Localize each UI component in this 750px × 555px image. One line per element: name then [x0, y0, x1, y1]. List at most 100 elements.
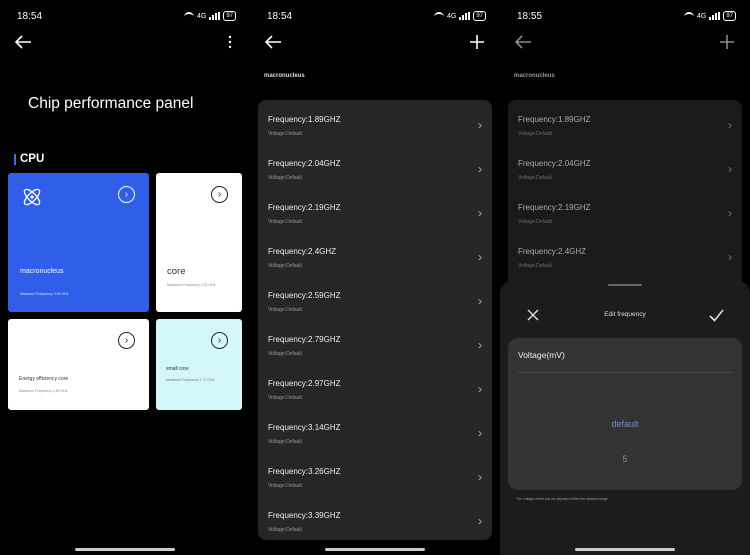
sheet-drag-handle[interactable] [608, 284, 642, 286]
confirm-check-icon[interactable] [708, 307, 725, 324]
voltage-label: Voltage:Default [268, 263, 302, 269]
frequency-label: Frequency:1.89GHZ [518, 115, 591, 124]
picker-selected-value[interactable]: default [508, 419, 742, 429]
card-energy-efficiency-core[interactable]: › Energy efficiency core Maximum Frequen… [8, 319, 149, 410]
frequency-row[interactable]: Frequency:2.04GHZ Voltage:Default › [508, 148, 742, 192]
chevron-right-icon: › [728, 162, 732, 176]
chevron-right-icon: › [478, 206, 482, 220]
chevron-right-icon: › [478, 338, 482, 352]
status-icons: 4G 97 [183, 11, 236, 21]
card-arrow-icon[interactable]: › [118, 332, 135, 349]
voltage-label: Voltage:Default [268, 307, 302, 313]
frequency-label: Frequency:2.19GHZ [268, 203, 341, 212]
frequency-row[interactable]: Frequency:2.19GHZ Voltage:Default › [508, 192, 742, 236]
card-title: macronucleus [20, 268, 64, 275]
frequency-row[interactable]: Frequency:3.14GHZ Voltage:Default › [258, 412, 492, 456]
card-title: core [167, 266, 186, 277]
signal-icon [709, 12, 721, 20]
home-indicator [575, 548, 675, 551]
chevron-right-icon: › [478, 118, 482, 132]
atom-icon [21, 186, 43, 213]
signal-icon [459, 12, 471, 20]
voltage-picker[interactable]: Voltage(mV) default 5 [508, 338, 742, 490]
frequency-label: Frequency:1.89GHZ [268, 115, 341, 124]
top-bar [264, 30, 488, 56]
picker-option[interactable]: 5 [508, 454, 742, 464]
chevron-right-icon: › [478, 470, 482, 484]
frequency-row[interactable]: Frequency:1.89GHZ Voltage:Default › [508, 104, 742, 148]
add-icon[interactable] [468, 33, 488, 53]
card-subtitle: Maximum Frequency 3.39 GHz [20, 292, 69, 296]
page-title: Chip performance panel [28, 95, 194, 112]
back-arrow-icon[interactable] [514, 34, 534, 52]
voltage-label: Voltage:Default [268, 439, 302, 445]
voltage-label: Voltage:Default [518, 175, 552, 181]
back-arrow-icon[interactable] [14, 34, 34, 52]
voltage-label: Voltage:Default [268, 175, 302, 181]
top-bar [14, 30, 238, 56]
frequency-row[interactable]: Frequency:2.19GHZ Voltage:Default › [258, 192, 492, 236]
add-icon[interactable] [718, 33, 738, 53]
frequency-label: Frequency:2.79GHZ [268, 335, 341, 344]
frequency-row[interactable]: Frequency:2.4GHZ Voltage:Default › [508, 236, 742, 280]
card-macronucleus[interactable]: › macronucleus Maximum Frequency 3.39 GH… [8, 173, 149, 312]
status-bar: 18:55 4G 97 [517, 9, 736, 23]
edit-frequency-sheet: Edit frequency Voltage(mV) default 5 The… [500, 280, 750, 555]
voltage-label: Voltage:Default [518, 219, 552, 225]
wifi-icon [683, 11, 694, 21]
top-bar [514, 30, 738, 56]
home-indicator [75, 548, 175, 551]
voltage-field-label: Voltage(mV) [518, 350, 565, 360]
divider [518, 372, 732, 373]
card-subtitle: Maximum Frequency 1.89 GHz [19, 389, 68, 393]
more-vertical-icon[interactable] [224, 34, 236, 52]
chevron-right-icon: › [478, 514, 482, 528]
chevron-right-icon: › [478, 294, 482, 308]
section-heading: macronucleus [514, 73, 555, 79]
card-subtitle: Maximum Frequency 3.20 GHz [167, 283, 216, 287]
frequency-label: Frequency:3.14GHZ [268, 423, 341, 432]
frequency-label: Frequency:2.04GHZ [518, 159, 591, 168]
battery-icon: 97 [473, 11, 486, 21]
sheet-note: The voltage offset can be adjusted withi… [516, 497, 608, 501]
chevron-right-icon: › [728, 118, 732, 132]
card-small-core[interactable]: › small core Maximum Frequency 1.77 GHz [156, 319, 242, 410]
status-time: 18:54 [17, 10, 43, 22]
chevron-right-icon: › [478, 382, 482, 396]
frequency-list: Frequency:1.89GHZ Voltage:Default › Freque… [258, 100, 492, 540]
card-arrow-icon[interactable]: › [211, 332, 228, 349]
frequency-label: Frequency:2.4GHZ [268, 247, 337, 256]
frequency-label: Frequency:2.97GHZ [268, 379, 341, 388]
screenshot-collage: 18:54 4G 97 Chip performance panel CPU ›… [0, 0, 750, 555]
chevron-right-icon: › [728, 206, 732, 220]
frequency-row[interactable]: Frequency:2.59GHZ Voltage:Default › [258, 280, 492, 324]
frequency-label: Frequency:2.59GHZ [268, 291, 341, 300]
frequency-row[interactable]: Frequency:3.26GHZ Voltage:Default › [258, 456, 492, 500]
battery-icon: 97 [723, 11, 736, 21]
card-arrow-icon[interactable]: › [211, 186, 228, 203]
card-arrow-icon[interactable]: › [118, 186, 135, 203]
signal-icon [209, 12, 221, 20]
voltage-label: Voltage:Default [268, 219, 302, 225]
back-arrow-icon[interactable] [264, 34, 284, 52]
chevron-right-icon: › [728, 250, 732, 264]
voltage-label: Voltage:Default [268, 527, 302, 533]
frequency-row[interactable]: Frequency:2.4GHZ Voltage:Default › [258, 236, 492, 280]
chevron-right-icon: › [478, 250, 482, 264]
frequency-row[interactable]: Frequency:2.79GHZ Voltage:Default › [258, 324, 492, 368]
card-core[interactable]: › core Maximum Frequency 3.20 GHz [156, 173, 242, 312]
frequency-row[interactable]: Frequency:1.89GHZ Voltage:Default › [258, 104, 492, 148]
frequency-label: Frequency:2.4GHZ [518, 247, 587, 256]
voltage-label: Voltage:Default [518, 131, 552, 137]
frequency-label: Frequency:2.19GHZ [518, 203, 591, 212]
wifi-icon [433, 11, 444, 21]
frequency-label: Frequency:3.26GHZ [268, 467, 341, 476]
frequency-row[interactable]: Frequency:2.04GHZ Voltage:Default › [258, 148, 492, 192]
status-icons: 4G 97 [433, 11, 486, 21]
voltage-label: Voltage:Default [268, 395, 302, 401]
status-bar: 18:54 4G 97 [17, 9, 236, 23]
frequency-row[interactable]: Frequency:2.97GHZ Voltage:Default › [258, 368, 492, 412]
phone-chip-panel: 18:54 4G 97 Chip performance panel CPU ›… [0, 0, 250, 555]
frequency-label: Frequency:3.39GHZ [268, 511, 341, 520]
frequency-row[interactable]: Frequency:3.39GHZ Voltage:Default › [258, 500, 492, 540]
